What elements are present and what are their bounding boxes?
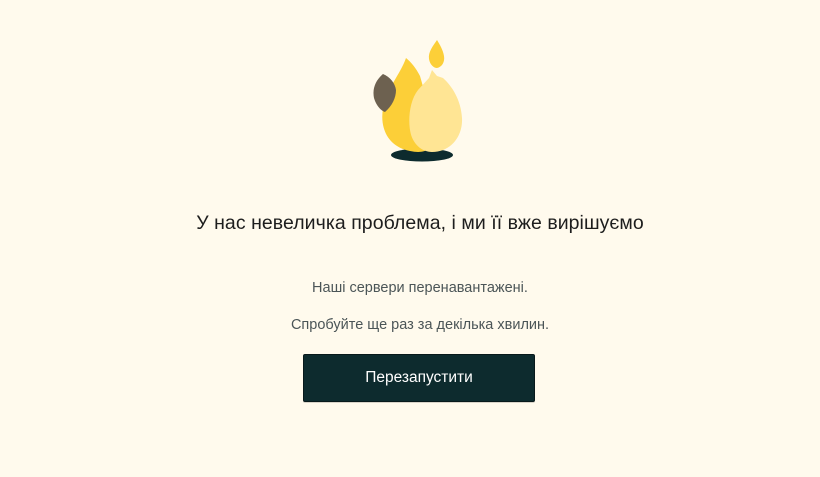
error-message-line-2: Спробуйте ще раз за декілька хвилин.: [290, 317, 550, 333]
error-message-line-1: Наші сервери перенавантажені.: [312, 280, 528, 296]
error-page: У нас невеличка проблема, і ми її вже ви…: [0, 0, 820, 477]
flame-icon: [373, 40, 463, 162]
flame-spark: [428, 40, 445, 68]
error-title: У нас невеличка проблема, і ми її вже ви…: [196, 212, 644, 234]
restart-button[interactable]: Перезапустити: [303, 354, 535, 402]
